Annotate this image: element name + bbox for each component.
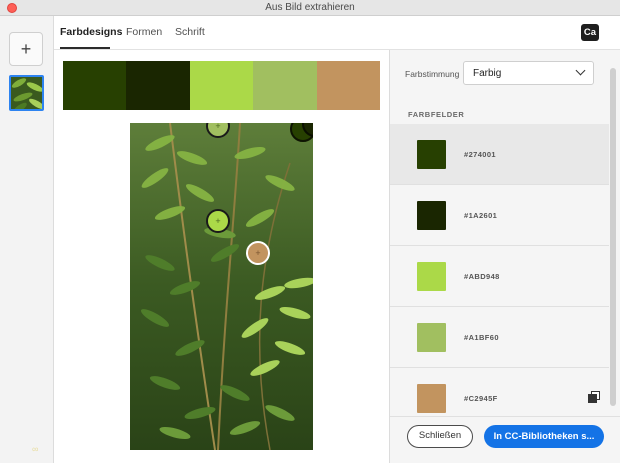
save-to-cc-libraries-button[interactable]: In CC-Bibliotheken s... xyxy=(484,425,604,448)
decorative-glyph: ∞ xyxy=(32,444,39,454)
swatch-hex: #1A2601 xyxy=(464,211,498,220)
swatch-hex: #ABD948 xyxy=(464,272,500,281)
theme-swatch-2[interactable] xyxy=(126,61,190,110)
main-panel: Farbdesigns Formen Schrift Ca + + + Farb… xyxy=(54,16,620,463)
swatch-hex: #C2945F xyxy=(464,394,498,403)
theme-swatch-4[interactable] xyxy=(253,61,317,110)
scrollbar[interactable] xyxy=(610,68,616,406)
theme-swatch-5[interactable] xyxy=(316,61,381,110)
swatch-chip[interactable] xyxy=(417,140,446,169)
theme-swatch-3[interactable] xyxy=(189,61,254,110)
settings-panel: Farbstimmung Farbig FARBFELDER #274001 #… xyxy=(389,50,620,463)
tab-bar: Farbdesigns Formen Schrift Ca xyxy=(54,16,620,50)
source-photo: + + + xyxy=(130,123,313,450)
crosshair-plus-icon: + xyxy=(215,216,221,226)
color-picker-marker-5[interactable]: + xyxy=(246,241,270,265)
swatch-hex: #274001 xyxy=(464,150,496,159)
mood-label: Farbstimmung xyxy=(405,69,460,79)
leaf-photo-thumbnail[interactable] xyxy=(9,75,44,111)
swatch-row[interactable]: #A1BF60 xyxy=(390,307,609,368)
title-bar: Aus Bild extrahieren xyxy=(0,0,620,16)
leaf-thumbnail-image xyxy=(11,77,42,109)
swatch-row[interactable]: #1A2601 xyxy=(390,185,609,246)
swatch-chip[interactable] xyxy=(417,262,446,291)
tab-farbdesigns[interactable]: Farbdesigns xyxy=(60,26,122,38)
plus-icon: + xyxy=(20,39,32,59)
copy-icon[interactable] xyxy=(588,391,600,403)
add-image-button[interactable]: + xyxy=(9,32,43,66)
color-theme-strip xyxy=(63,61,381,110)
swatch-chip[interactable] xyxy=(417,384,446,413)
leaf-photo xyxy=(130,123,313,450)
swatch-row[interactable]: #C2945F xyxy=(390,368,609,416)
crosshair-plus-icon: + xyxy=(255,248,261,258)
footer-bar: Schließen In CC-Bibliotheken s... xyxy=(390,416,620,463)
active-tab-indicator xyxy=(60,47,110,49)
crosshair-plus-icon: + xyxy=(215,123,221,131)
swatch-chip[interactable] xyxy=(417,323,446,352)
tab-schrift[interactable]: Schrift xyxy=(175,26,205,38)
swatch-hex: #A1BF60 xyxy=(464,333,499,342)
capture-app-icon: Ca xyxy=(581,24,599,41)
mood-dropdown[interactable]: Farbig xyxy=(463,61,594,85)
mood-value: Farbig xyxy=(473,68,502,79)
swatches-section-title: FARBFELDER xyxy=(408,110,465,119)
swatch-row[interactable]: #ABD948 xyxy=(390,246,609,307)
swatch-row[interactable]: #274001 xyxy=(390,124,609,185)
close-button[interactable]: Schließen xyxy=(407,425,473,448)
theme-swatch-1[interactable] xyxy=(63,61,127,110)
window-title: Aus Bild extrahieren xyxy=(265,2,355,13)
chevron-down-icon xyxy=(575,65,586,76)
left-rail: + ∞ xyxy=(0,16,54,463)
swatch-chip[interactable] xyxy=(417,201,446,230)
color-picker-marker-3[interactable]: + xyxy=(206,209,230,233)
tab-formen[interactable]: Formen xyxy=(126,26,162,38)
